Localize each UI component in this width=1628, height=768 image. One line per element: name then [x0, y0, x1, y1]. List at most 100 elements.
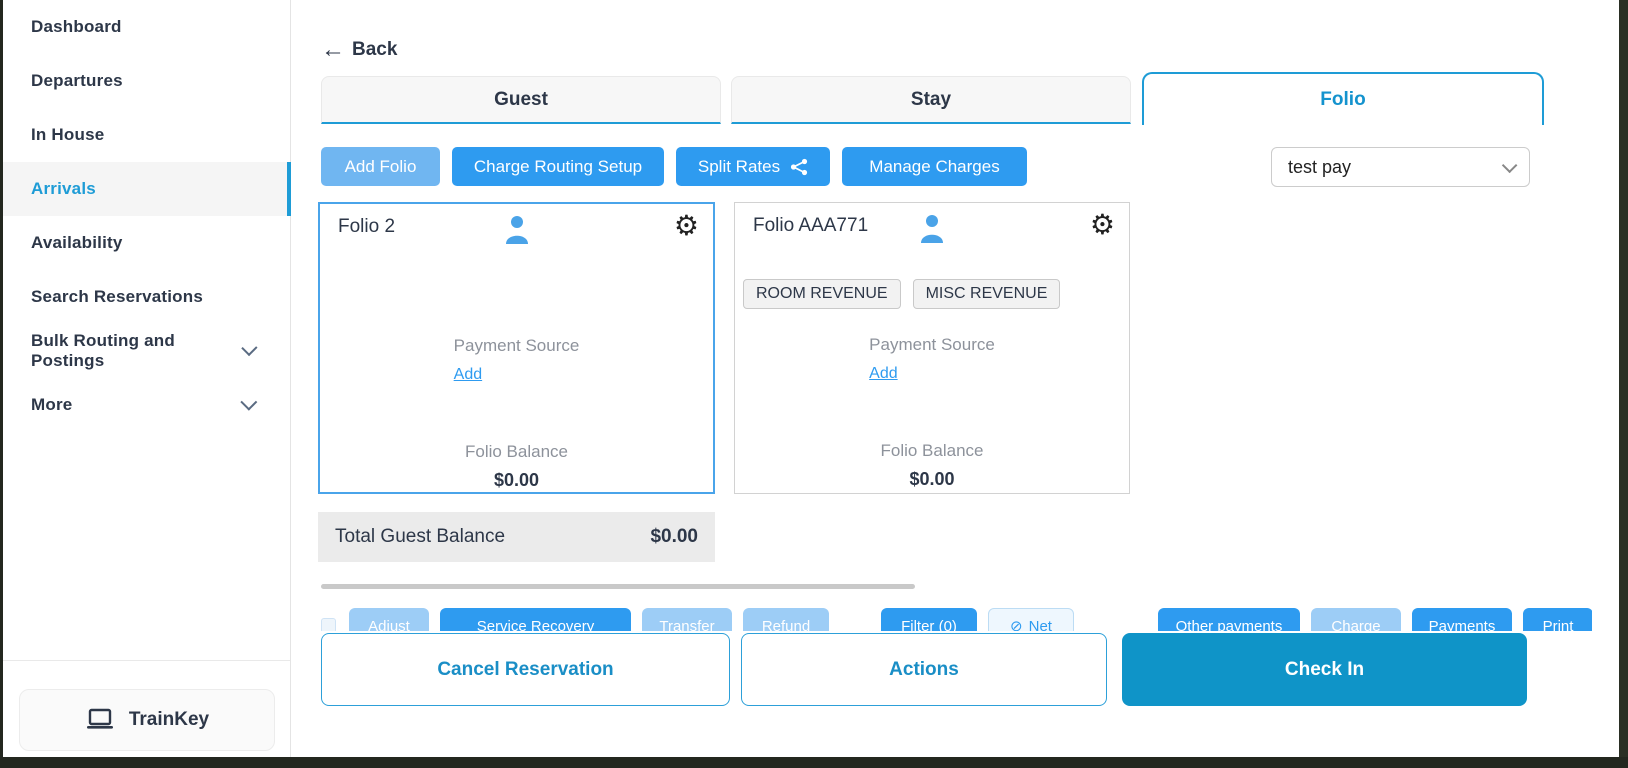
card-header: Folio 2 ⚙ [320, 204, 713, 252]
sidebar-item-label: More [31, 395, 72, 415]
sidebar-item-label: Arrivals [31, 179, 96, 199]
sidebar-item-availability[interactable]: Availability [3, 216, 290, 270]
sidebar-item-label: Search Reservations [31, 287, 203, 307]
folio-card-folio-2[interactable]: Folio 2 ⚙ Payment Source Add Folio Balan… [318, 202, 715, 494]
button-label: Net [1029, 618, 1052, 632]
service-recovery-button[interactable]: Service Recovery [440, 608, 631, 631]
back-arrow-icon: ← [321, 38, 345, 62]
sidebar-item-label: In House [31, 125, 104, 145]
folio-actions-row-clipped: Adjust Service Recovery Transfer Refund … [292, 607, 1592, 631]
actions-button[interactable]: Actions [741, 633, 1107, 706]
button-label: Charge Routing Setup [474, 157, 642, 177]
chevron-down-icon [240, 394, 257, 411]
sidebar-item-label: Dashboard [31, 17, 122, 37]
payment-source-block: Payment Source Add [454, 336, 580, 384]
folio-title: Folio 2 [338, 216, 395, 238]
tab-label: Guest [494, 89, 548, 111]
sidebar-item-departures[interactable]: Departures [3, 54, 290, 108]
back-label: Back [352, 39, 397, 61]
total-guest-balance-bar: Total Guest Balance $0.00 [318, 512, 715, 562]
sidebar-bottom: TrainKey [3, 660, 290, 757]
manage-charges-button[interactable]: Manage Charges [842, 147, 1027, 186]
refund-button[interactable]: Refund [743, 608, 829, 631]
sidebar: Dashboard Departures In House Arrivals A… [3, 0, 291, 757]
filter-button[interactable]: Filter (0) [881, 608, 977, 631]
transfer-button[interactable]: Transfer [642, 608, 732, 631]
button-label: Manage Charges [869, 157, 999, 177]
sidebar-item-label: Availability [31, 233, 123, 253]
main-content: ← Back Guest Stay Folio Add Folio Charge… [292, 0, 1622, 757]
folio-balance-value: $0.00 [320, 470, 713, 491]
back-button[interactable]: ← Back [321, 38, 397, 62]
gear-icon[interactable]: ⚙ [674, 212, 699, 240]
total-guest-balance-label: Total Guest Balance [335, 526, 650, 548]
payments-button[interactable]: Payments [1412, 608, 1512, 631]
add-payment-source-link[interactable]: Add [454, 366, 482, 384]
revenue-tags: ROOM REVENUE MISC REVENUE [743, 279, 1060, 309]
horizontal-scrollbar-thumb[interactable] [321, 584, 915, 589]
folio-balance-value: $0.00 [735, 469, 1129, 490]
background-edge-right [1619, 0, 1628, 768]
button-label: Adjust [368, 618, 410, 632]
total-guest-balance-value: $0.00 [650, 526, 698, 548]
chevron-down-icon [1502, 157, 1518, 173]
tab-stay[interactable]: Stay [731, 76, 1131, 124]
tab-folio[interactable]: Folio [1142, 72, 1544, 125]
sidebar-item-arrivals[interactable]: Arrivals [3, 162, 290, 216]
split-rates-button[interactable]: Split Rates [676, 147, 830, 186]
sidebar-item-label: Departures [31, 71, 123, 91]
charge-routing-setup-button[interactable]: Charge Routing Setup [452, 147, 664, 186]
add-payment-source-link[interactable]: Add [869, 365, 897, 383]
sidebar-item-more[interactable]: More [3, 378, 290, 432]
app-window: Dashboard Departures In House Arrivals A… [3, 0, 1622, 757]
person-icon[interactable] [503, 214, 531, 244]
payment-source-label: Payment Source [454, 336, 580, 356]
tab-guest[interactable]: Guest [321, 76, 721, 124]
dropdown-value: test pay [1288, 157, 1502, 178]
tag-misc-revenue: MISC REVENUE [913, 279, 1061, 309]
tag-room-revenue: ROOM REVENUE [743, 279, 901, 309]
payment-source-label: Payment Source [869, 335, 995, 355]
check-in-button[interactable]: Check In [1122, 633, 1527, 706]
payment-type-dropdown[interactable]: test pay [1271, 147, 1530, 187]
card-header: Folio AAA771 ⚙ [735, 203, 1129, 251]
button-label: Transfer [659, 618, 714, 632]
folio-balance-block: Folio Balance $0.00 [320, 442, 713, 491]
sidebar-item-bulk-routing[interactable]: Bulk Routing and Postings [3, 324, 290, 378]
button-label: Print [1543, 618, 1574, 632]
button-label: Charge [1331, 618, 1380, 632]
trainkey-label: TrainKey [129, 709, 209, 731]
button-label: Check In [1285, 659, 1364, 681]
button-label: Payments [1429, 618, 1496, 632]
button-label: Filter (0) [901, 618, 957, 632]
button-label: Service Recovery [477, 618, 595, 632]
person-icon[interactable] [918, 213, 946, 243]
gear-icon[interactable]: ⚙ [1090, 211, 1115, 239]
tab-label: Stay [911, 89, 951, 111]
folio-title: Folio AAA771 [753, 215, 868, 237]
chevron-down-icon [241, 340, 258, 357]
folio-balance-label: Folio Balance [320, 442, 713, 462]
folio-balance-block: Folio Balance $0.00 [735, 441, 1129, 490]
other-payments-button[interactable]: Other payments [1158, 608, 1300, 631]
button-label: Other payments [1176, 618, 1283, 632]
cancel-reservation-button[interactable]: Cancel Reservation [321, 633, 730, 706]
net-toggle-button[interactable]: ⊘ Net [988, 608, 1074, 631]
add-folio-button[interactable]: Add Folio [321, 147, 440, 186]
payment-source-block: Payment Source Add [869, 335, 995, 383]
charge-button[interactable]: Charge [1311, 608, 1401, 631]
button-label: Cancel Reservation [437, 659, 613, 681]
folio-balance-label: Folio Balance [735, 441, 1129, 461]
trainkey-button[interactable]: TrainKey [19, 689, 275, 751]
select-all-checkbox[interactable] [321, 618, 336, 631]
laptop-icon [85, 708, 115, 732]
sidebar-item-search-reservations[interactable]: Search Reservations [3, 270, 290, 324]
print-button[interactable]: Print [1523, 608, 1592, 631]
background-edge-bottom [0, 757, 1628, 768]
button-label: Add Folio [345, 157, 417, 177]
adjust-button[interactable]: Adjust [349, 608, 429, 631]
sidebar-item-dashboard[interactable]: Dashboard [3, 0, 290, 54]
sidebar-item-in-house[interactable]: In House [3, 108, 290, 162]
button-label: Refund [762, 618, 810, 632]
folio-card-folio-aaa771[interactable]: Folio AAA771 ⚙ ROOM REVENUE MISC REVENUE… [734, 202, 1130, 494]
